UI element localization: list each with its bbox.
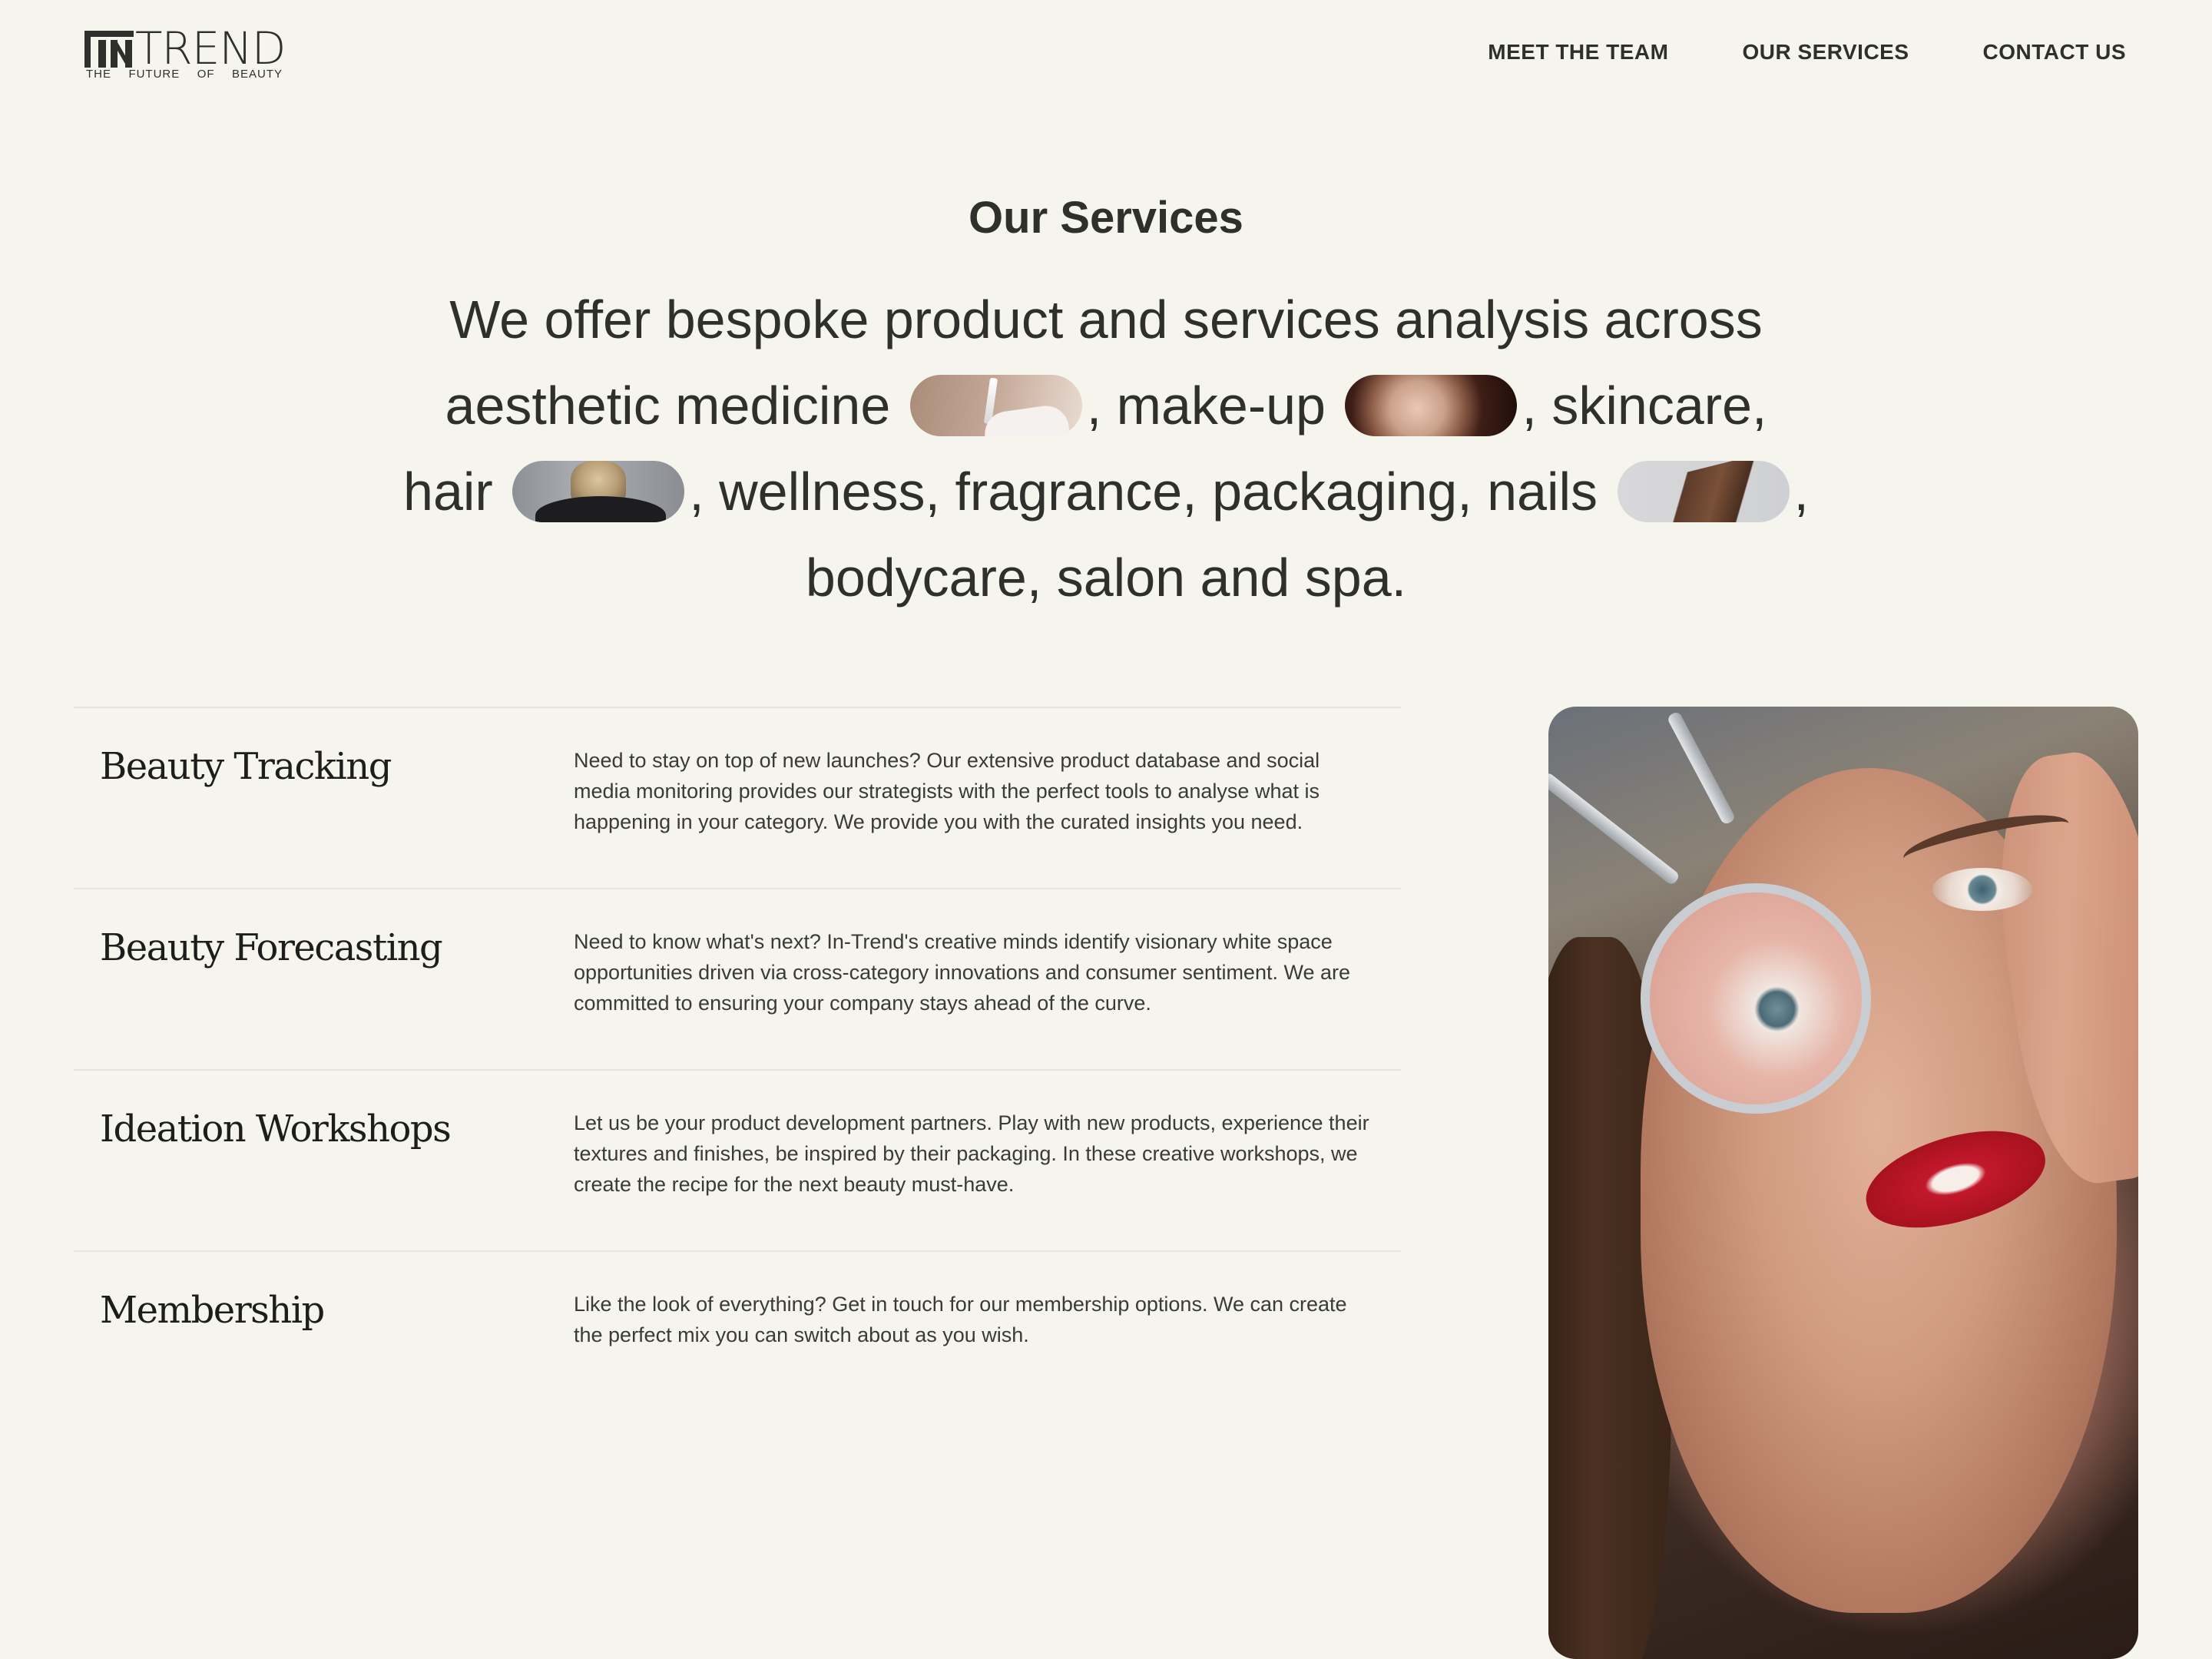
intro-line-4: bodycare, salon and spa.	[805, 548, 1407, 608]
logo-in-icon	[84, 31, 134, 68]
intro-text-aesthetic-medicine: aesthetic medicine	[445, 376, 891, 435]
aesthetic-medicine-thumbnail	[909, 375, 1082, 436]
nav-link-contact-us[interactable]: CONTACT US	[1983, 40, 2126, 65]
logo-tagline-word: BEAUTY	[231, 68, 283, 81]
page-title: Our Services	[969, 193, 1243, 243]
intrend-logo[interactable]: TREND THE FUTURE OF BEAUTY	[84, 22, 286, 83]
service-name: Ideation Workshops	[100, 1108, 452, 1151]
nails-thumbnail	[1617, 461, 1790, 522]
service-row-beauty-forecasting: Beauty Forecasting Need to know what's n…	[74, 888, 1401, 1069]
logo-tagline-word: THE	[86, 68, 111, 81]
nav-link-meet-the-team[interactable]: MEET THE TEAM	[1488, 40, 1668, 65]
main-nav: MEET THE TEAM OUR SERVICES CONTACT US	[1488, 40, 2126, 65]
intro-text-hair: hair	[403, 462, 493, 522]
logo-tagline-word: FUTURE	[128, 68, 180, 81]
logo-tagline-word: OF	[197, 68, 215, 81]
intro-text-make-up: , make-up	[1086, 376, 1326, 435]
hero-image-woman-with-magnifier	[1548, 707, 2138, 1659]
hair-thumbnail	[512, 461, 685, 522]
intro-line-1: We offer bespoke product and services an…	[449, 290, 1763, 349]
logo-mark: TREND	[84, 22, 286, 75]
service-name: Beauty Tracking	[100, 745, 392, 788]
nav-link-our-services[interactable]: OUR SERVICES	[1742, 40, 1909, 65]
service-row-membership: Membership Like the look of everything? …	[74, 1250, 1401, 1406]
service-description: Let us be your product development partn…	[574, 1111, 1369, 1196]
site-header: TREND THE FUTURE OF BEAUTY MEET THE TEAM…	[0, 0, 2212, 115]
hero-magnifier-arm	[1666, 710, 1737, 826]
hero-eye-shape	[1932, 868, 2032, 911]
magnifier-lens-icon	[1641, 883, 1871, 1114]
service-row-beauty-tracking: Beauty Tracking Need to stay on top of n…	[74, 707, 1401, 888]
make-up-thumbnail	[1345, 375, 1518, 436]
intro-text-skincare: , skincare,	[1522, 376, 1767, 435]
hero-magnifier-arm	[1548, 771, 1681, 886]
service-row-ideation-workshops: Ideation Workshops Let us be your produc…	[74, 1069, 1401, 1250]
service-description: Need to stay on top of new launches? Our…	[574, 749, 1320, 833]
services-list: Beauty Tracking Need to stay on top of n…	[74, 707, 1401, 1406]
logo-tagline: THE FUTURE OF BEAUTY	[86, 68, 283, 81]
service-description: Like the look of everything? Get in touc…	[574, 1293, 1347, 1346]
intro-text-wellness-list: , wellness, fragrance, packaging, nails	[689, 462, 1598, 522]
services-intro-text: We offer bespoke product and services an…	[307, 276, 1905, 621]
intro-text-comma: ,	[1793, 462, 1809, 522]
service-name: Beauty Forecasting	[100, 926, 443, 969]
logo-wordmark: TREND	[135, 22, 286, 75]
service-description: Need to know what's next? In-Trend's cre…	[574, 930, 1351, 1015]
service-name: Membership	[100, 1289, 325, 1332]
